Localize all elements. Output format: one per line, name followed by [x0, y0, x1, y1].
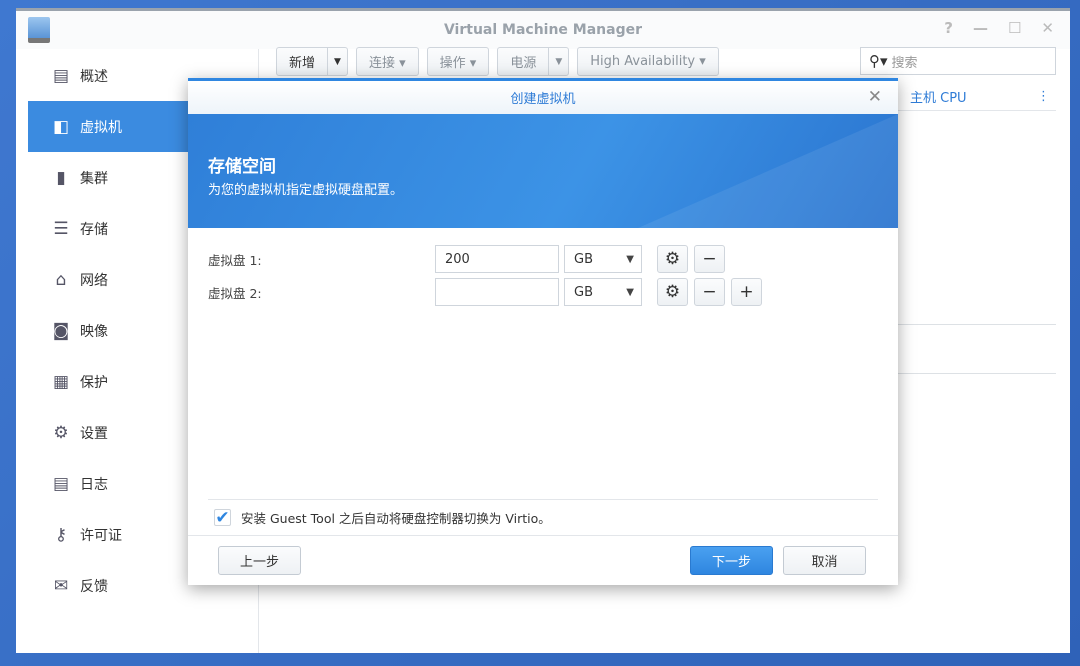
unit-select[interactable]: GB ▼	[564, 278, 642, 306]
unit-value: GB	[574, 284, 593, 300]
network-icon: ⌂	[55, 269, 67, 290]
connect-label: 连接 ▾	[368, 56, 406, 71]
log-icon: ▤	[52, 473, 70, 494]
watermark-logo: 值	[950, 629, 974, 653]
search-icon[interactable]: ⚲▾	[869, 52, 888, 70]
key-icon: ⚷	[54, 524, 68, 545]
unit-select[interactable]: GB ▼	[564, 245, 642, 273]
create-button[interactable]: 新增 ▼	[276, 47, 348, 76]
window-title: Virtual Machine Manager	[443, 22, 643, 38]
disk-label: 虚拟盘 1:	[208, 252, 262, 268]
toolbar: 新增 ▼ 连接 ▾ 操作 ▾ 电源 ▼ High Availability ▾	[276, 47, 719, 76]
watermark-text: 什么值得买	[980, 632, 1070, 653]
minimize-icon[interactable]: —	[973, 19, 988, 37]
ha-label: High Availability ▾	[590, 54, 706, 69]
chevron-down-icon: ▼	[626, 253, 634, 265]
maximize-icon[interactable]: ☐	[1008, 19, 1021, 37]
table-header: 主机 CPU ⋮	[898, 83, 1056, 111]
chevron-down-icon[interactable]: ▼	[327, 48, 347, 75]
overview-icon: ▤	[52, 65, 70, 86]
title-bar: Virtual Machine Manager ? — ☐ ✕	[16, 11, 1070, 49]
gear-icon: ⚙	[53, 422, 69, 443]
sidebar-item-label: 反馈	[80, 578, 108, 595]
sidebar-item-label: 许可证	[80, 527, 122, 544]
gear-icon[interactable]: ⚙	[657, 245, 688, 273]
sidebar-item-label: 日志	[80, 476, 108, 493]
close-icon[interactable]: ✕	[868, 87, 882, 107]
disk-size-input[interactable]: 200	[435, 245, 559, 273]
disk-size-input[interactable]	[435, 278, 559, 306]
search-input[interactable]: ⚲▾ 搜索	[860, 47, 1056, 75]
column-menu-icon[interactable]: ⋮	[1037, 89, 1050, 104]
create-vm-dialog: 创建虚拟机 ✕ 存储空间 为您的虚拟机指定虚拟硬盘配置。 虚拟盘 1: 200 …	[188, 78, 898, 585]
app-logo-icon	[28, 17, 50, 43]
sidebar-item-label: 保护	[80, 374, 108, 391]
power-button[interactable]: 电源 ▼	[497, 47, 570, 76]
mail-icon: ✉	[53, 575, 69, 596]
minus-icon[interactable]: −	[694, 278, 725, 306]
virtio-checkbox-label[interactable]: 安装 Guest Tool 之后自动将硬盘控制器切换为 Virtio。	[241, 508, 551, 527]
divider	[898, 373, 1056, 374]
minus-icon[interactable]: −	[694, 245, 725, 273]
dialog-title: 创建虚拟机	[510, 92, 576, 107]
help-icon[interactable]: ?	[944, 19, 953, 37]
dialog-banner: 存储空间 为您的虚拟机指定虚拟硬盘配置。	[188, 114, 898, 228]
action-label: 操作 ▾	[439, 56, 477, 71]
cluster-icon: ▮	[56, 167, 66, 188]
sidebar-item-label: 设置	[80, 425, 108, 442]
column-host-cpu[interactable]: 主机 CPU	[910, 87, 967, 106]
sidebar-item-label: 映像	[80, 323, 108, 340]
step-subtitle: 为您的虚拟机指定虚拟硬盘配置。	[208, 183, 404, 198]
sidebar-item-label: 概述	[80, 68, 108, 85]
connect-button[interactable]: 连接 ▾	[355, 47, 419, 76]
sidebar-item-label: 存储	[80, 221, 108, 238]
step-heading: 存储空间	[208, 157, 276, 177]
virtio-option: ✔ 安装 Guest Tool 之后自动将硬盘控制器切换为 Virtio。	[208, 499, 878, 528]
cancel-button[interactable]: 取消	[783, 546, 866, 575]
disk-label: 虚拟盘 2:	[208, 285, 262, 301]
power-label: 电源	[510, 56, 537, 71]
next-button[interactable]: 下一步	[690, 546, 773, 575]
action-button[interactable]: 操作 ▾	[426, 47, 490, 76]
watermark: 值 什么值得买	[950, 628, 1070, 654]
gear-icon[interactable]: ⚙	[657, 278, 688, 306]
protection-icon: ▦	[52, 371, 70, 392]
create-label: 新增	[289, 56, 316, 71]
dialog-header: 创建虚拟机 ✕	[188, 81, 898, 114]
chevron-down-icon[interactable]: ▼	[548, 48, 568, 75]
unit-value: GB	[574, 251, 593, 267]
search-placeholder: 搜索	[891, 55, 918, 71]
chevron-down-icon: ▼	[626, 286, 634, 298]
divider	[898, 324, 1056, 325]
close-icon[interactable]: ✕	[1041, 19, 1054, 37]
image-icon: ◙	[52, 320, 70, 341]
disk-row: 虚拟盘 2: GB ▼ ⚙ − +	[208, 278, 762, 306]
storage-icon: ☰	[53, 218, 69, 239]
dialog-footer: 上一步 下一步 取消	[188, 535, 898, 585]
high-availability-button[interactable]: High Availability ▾	[577, 47, 719, 76]
virtio-checkbox[interactable]: ✔	[214, 508, 231, 528]
disk-row: 虚拟盘 1: 200 GB ▼ ⚙ −	[208, 245, 725, 273]
sidebar-item-label: 虚拟机	[80, 119, 122, 136]
sidebar-item-label: 网络	[80, 272, 108, 289]
sidebar-item-label: 集群	[80, 170, 108, 187]
vm-icon: ◧	[52, 116, 70, 137]
back-button[interactable]: 上一步	[218, 546, 301, 575]
plus-icon[interactable]: +	[731, 278, 762, 306]
